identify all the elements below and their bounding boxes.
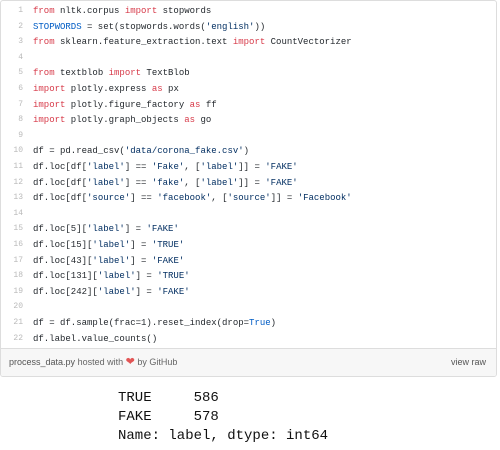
code-line: 9 bbox=[1, 128, 496, 144]
code-line: 13 df.loc[df['source'] == 'facebook', ['s… bbox=[1, 190, 496, 206]
code-line: 16 df.loc[15]['label'] = 'TRUE' bbox=[1, 237, 496, 253]
code-line: 4 bbox=[1, 50, 496, 66]
code-line: 10 df = pd.read_csv('data/corona_fake.csv… bbox=[1, 143, 496, 159]
code-line: 8 import plotly.graph_objects as go bbox=[1, 112, 496, 128]
line-number[interactable]: 9 bbox=[1, 128, 23, 144]
code-line: 22 df.label.value_counts() bbox=[1, 331, 496, 347]
hosted-with-text: hosted with bbox=[77, 357, 124, 367]
code-text: df = df.sample(frac=1).reset_index(drop=… bbox=[33, 318, 277, 328]
console-output: TRUE 586 FAKE 578 Name: label, dtype: in… bbox=[118, 389, 328, 446]
code-text: df.loc[242]['label'] = 'FAKE' bbox=[33, 286, 190, 297]
code-text: df = pd.read_csv('data/corona_fake.csv') bbox=[33, 146, 250, 157]
code-line: 19 df.loc[242]['label'] = 'FAKE' bbox=[1, 284, 496, 300]
code-line: 17 df.loc[43]['label'] = 'FAKE' bbox=[1, 253, 496, 269]
code-line: 11 df.loc[df['label'] == 'Fake', ['label'… bbox=[1, 159, 496, 175]
line-number[interactable]: 5 bbox=[1, 65, 23, 81]
line-number[interactable]: 7 bbox=[1, 97, 23, 113]
code-text: import plotly.graph_objects as go bbox=[33, 115, 212, 126]
code-text: df.loc[43]['label'] = 'FAKE' bbox=[33, 255, 185, 266]
line-number[interactable]: 4 bbox=[1, 50, 23, 66]
code-line: 21 df = df.sample(frac=1).reset_index(dro… bbox=[1, 315, 496, 331]
code-line: 14 bbox=[1, 206, 496, 222]
code-text: import plotly.figure_factory as ff bbox=[33, 99, 217, 110]
line-number[interactable]: 15 bbox=[1, 221, 23, 237]
output-line: Name: label, dtype: int64 bbox=[118, 428, 329, 444]
line-number[interactable]: 8 bbox=[1, 112, 23, 128]
line-number[interactable]: 2 bbox=[1, 19, 23, 35]
code-line: 7 import plotly.figure_factory as ff bbox=[1, 97, 496, 113]
line-number[interactable]: 17 bbox=[1, 253, 23, 269]
line-number[interactable]: 10 bbox=[1, 143, 23, 159]
code-text: STOPWORDS = set(stopwords.words('english… bbox=[33, 21, 266, 32]
file-name-link[interactable]: process_data.py bbox=[9, 357, 75, 367]
code-text: df.loc[df['label'] == 'Fake', ['label']]… bbox=[33, 162, 298, 172]
line-number[interactable]: 16 bbox=[1, 237, 23, 253]
code-line: 12 df.loc[df['label'] == 'fake', ['label'… bbox=[1, 175, 496, 191]
view-raw-link[interactable]: view raw bbox=[451, 349, 486, 376]
gist-footer: process_data.py hosted with ❤ by GitHub … bbox=[1, 348, 496, 376]
line-number[interactable]: 11 bbox=[1, 159, 23, 175]
line-number[interactable]: 20 bbox=[1, 299, 23, 315]
code-line: 18 df.loc[131]['label'] = 'TRUE' bbox=[1, 268, 496, 284]
code-text: from textblob import TextBlob bbox=[33, 68, 190, 79]
code-text: from nltk.corpus import stopwords bbox=[33, 6, 212, 16]
heart-icon: ❤ bbox=[125, 356, 135, 368]
line-number[interactable]: 21 bbox=[1, 315, 23, 331]
line-number[interactable]: 19 bbox=[1, 284, 23, 300]
github-link[interactable]: by GitHub bbox=[137, 357, 177, 367]
code-text: df.loc[df['label'] == 'fake', ['label']]… bbox=[33, 177, 298, 188]
line-number[interactable]: 12 bbox=[1, 175, 23, 191]
line-number[interactable]: 3 bbox=[1, 34, 23, 50]
code-text: df.loc[15]['label'] = 'TRUE' bbox=[33, 240, 185, 250]
line-number[interactable]: 18 bbox=[1, 268, 23, 284]
code-text: from sklearn.feature_extraction.text imp… bbox=[33, 37, 352, 48]
code-text: df.label.value_counts() bbox=[33, 333, 158, 344]
gist-embed: 1 from nltk.corpus import stopwords 2 STOPW… bbox=[0, 0, 497, 377]
line-number[interactable]: 13 bbox=[1, 190, 23, 206]
code-text: df.loc[131]['label'] = 'TRUE' bbox=[33, 271, 190, 282]
code-line: 15 df.loc[5]['label'] = 'FAKE' bbox=[1, 221, 496, 237]
line-number[interactable]: 22 bbox=[1, 331, 23, 347]
code-text: import plotly.express as px bbox=[33, 84, 179, 94]
code-line: 6 import plotly.express as px bbox=[1, 81, 496, 97]
code-line: 1 from nltk.corpus import stopwords bbox=[1, 3, 496, 19]
code-line: 2 STOPWORDS = set(stopwords.words('englis… bbox=[1, 19, 496, 35]
code-line: 20 bbox=[1, 299, 496, 315]
code-line: 5 from textblob import TextBlob bbox=[1, 65, 496, 81]
line-number[interactable]: 6 bbox=[1, 81, 23, 97]
gist-meta: process_data.py hosted with ❤ by GitHub bbox=[9, 349, 177, 376]
line-number[interactable]: 14 bbox=[1, 206, 23, 222]
code-text: df.loc[df['source'] == 'facebook', ['sou… bbox=[33, 193, 352, 204]
output-line: TRUE 586 bbox=[118, 390, 219, 406]
line-number[interactable]: 1 bbox=[1, 3, 23, 19]
output-line: FAKE 578 bbox=[118, 409, 219, 425]
code-text: df.loc[5]['label'] = 'FAKE' bbox=[33, 224, 179, 235]
code-line: 3 from sklearn.feature_extraction.text im… bbox=[1, 34, 496, 50]
